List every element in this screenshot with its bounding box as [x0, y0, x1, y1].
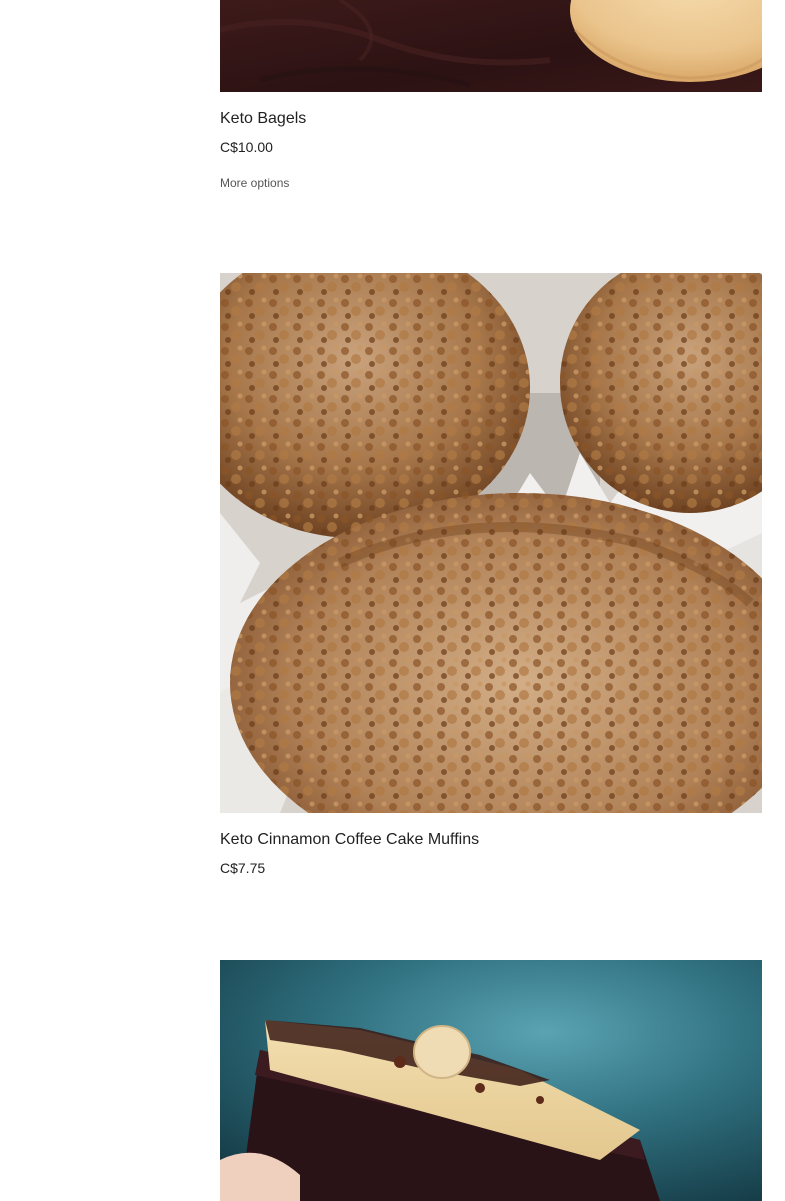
product-image-keto-bagels[interactable]	[220, 0, 762, 92]
chocolate-peanut-bar-photo	[220, 960, 762, 1201]
product-image-coffee-cake-muffins[interactable]	[220, 273, 762, 813]
product-title[interactable]: Keto Cinnamon Coffee Cake Muffins	[220, 830, 479, 849]
product-title[interactable]: Keto Bagels	[220, 109, 306, 128]
product-price: C$7.75	[220, 860, 266, 876]
product-image-chocolate-bar[interactable]	[220, 960, 762, 1201]
coffee-cake-muffins-photo	[220, 273, 762, 813]
more-options-link[interactable]: More options	[220, 176, 289, 190]
keto-bagel-photo	[220, 0, 762, 92]
product-price: C$10.00	[220, 139, 273, 155]
